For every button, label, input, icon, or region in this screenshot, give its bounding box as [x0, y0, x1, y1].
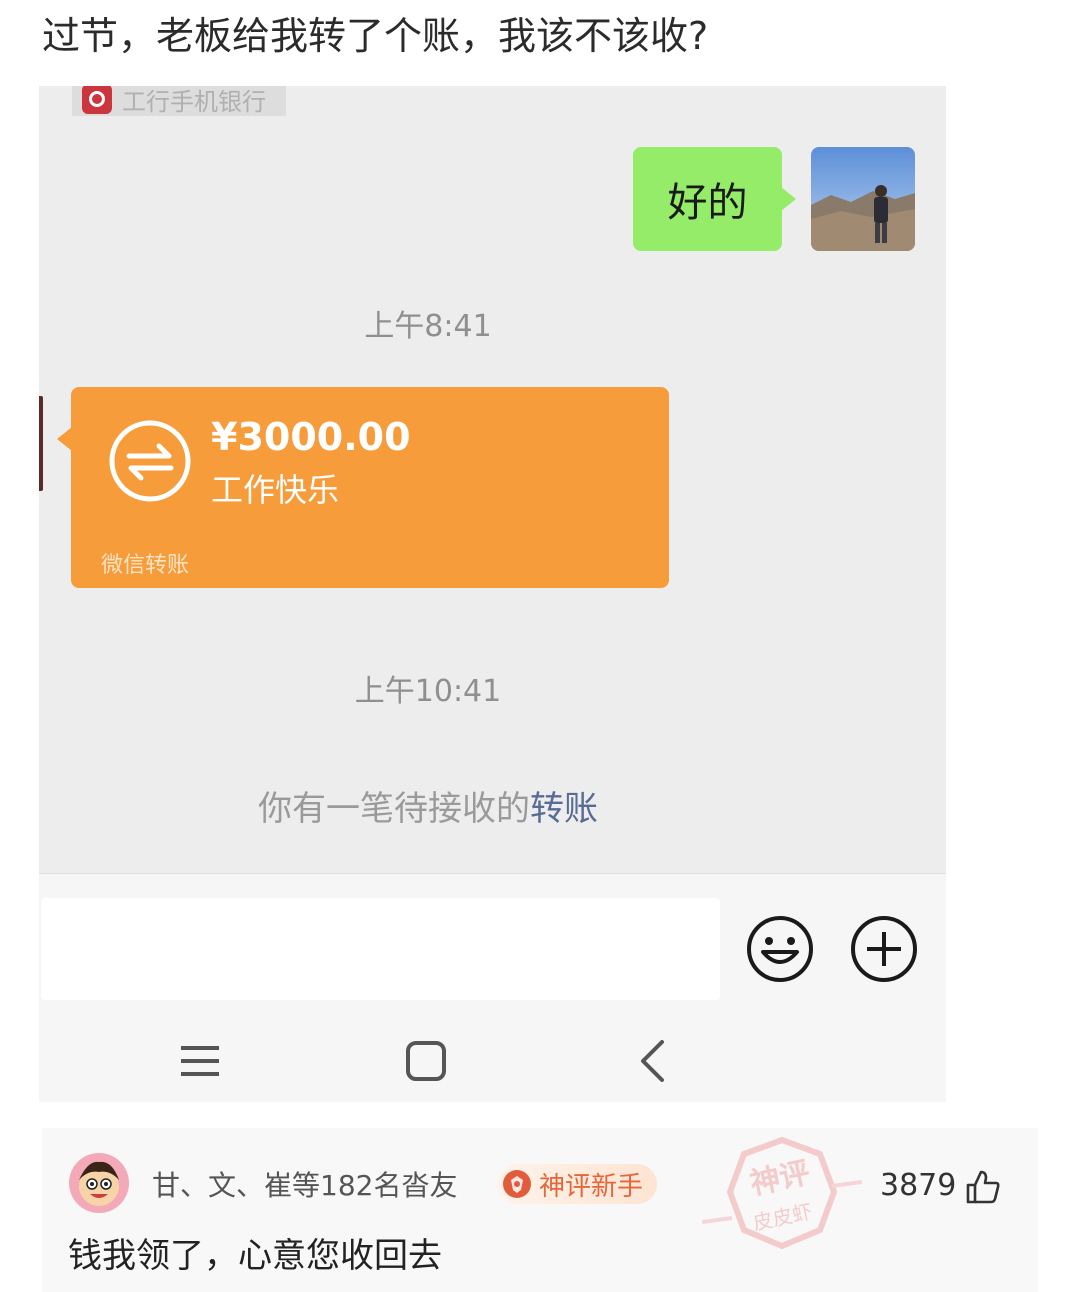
outgoing-message-text: 好的	[667, 180, 748, 226]
bank-app-chip: 工行手机银行	[72, 86, 286, 116]
bank-app-label: 工行手机银行	[122, 87, 266, 116]
back-chevron-icon[interactable]	[629, 1036, 679, 1086]
message-input[interactable]	[41, 898, 720, 1000]
top-comment: 甘、文、崔等182名沓友 神评新手 神评 皮皮虾 3879 钱我领了，心意您收回…	[42, 1128, 1038, 1292]
smiley-icon[interactable]	[745, 914, 815, 984]
stamp-text-bottom: 皮皮虾	[751, 1199, 815, 1235]
stamp-text-top: 神评	[747, 1155, 813, 1202]
transfer-source-label: 微信转账	[101, 553, 190, 578]
thumbs-up-icon[interactable]	[964, 1168, 1002, 1206]
timestamp-first: 上午8:41	[364, 309, 492, 344]
plus-circle-icon[interactable]	[849, 914, 919, 984]
bank-logo-icon	[82, 86, 112, 114]
pending-transfer-link[interactable]: 转账	[530, 789, 598, 829]
transfer-amount: ¥3000.00	[211, 415, 411, 459]
pending-transfer-text: 你有一笔待接收的	[258, 789, 530, 829]
transfer-note: 工作快乐	[211, 471, 340, 509]
user-avatar[interactable]	[811, 147, 915, 251]
transfer-arrows-icon	[109, 420, 191, 502]
badge-label: 神评新手	[539, 1171, 644, 1202]
contact-avatar-edge[interactable]	[39, 396, 43, 491]
comment-badge: 神评新手	[497, 1164, 658, 1204]
home-square-icon[interactable]	[401, 1036, 451, 1086]
transfer-card[interactable]: ¥3000.00 工作快乐 微信转账	[57, 387, 669, 588]
commenter-name[interactable]: 甘、文、崔等182名沓友	[152, 1164, 457, 1204]
menu-icon[interactable]	[175, 1036, 225, 1086]
hot-comment-stamp: 神评 皮皮虾	[702, 1136, 862, 1250]
comment-text: 钱我领了，心意您收回去	[68, 1236, 442, 1276]
chat-screenshot: 工行手机银行 好的 上午8:41 ¥3000.00 工作快乐 微信转账 上午10…	[39, 86, 946, 1102]
chat-input-bar	[39, 873, 946, 1009]
badge-shield-icon	[503, 1170, 531, 1198]
commenter-avatar[interactable]	[68, 1152, 130, 1214]
post-title: 过节，老板给我转了个账，我该不该收?	[42, 14, 709, 58]
system-nav-bar	[39, 1008, 946, 1102]
outgoing-message-bubble[interactable]: 好的	[633, 147, 796, 251]
pending-transfer-notice: 你有一笔待接收的转账	[39, 781, 817, 830]
like-count: 3879	[880, 1168, 957, 1203]
timestamp-second: 上午10:41	[354, 674, 502, 709]
